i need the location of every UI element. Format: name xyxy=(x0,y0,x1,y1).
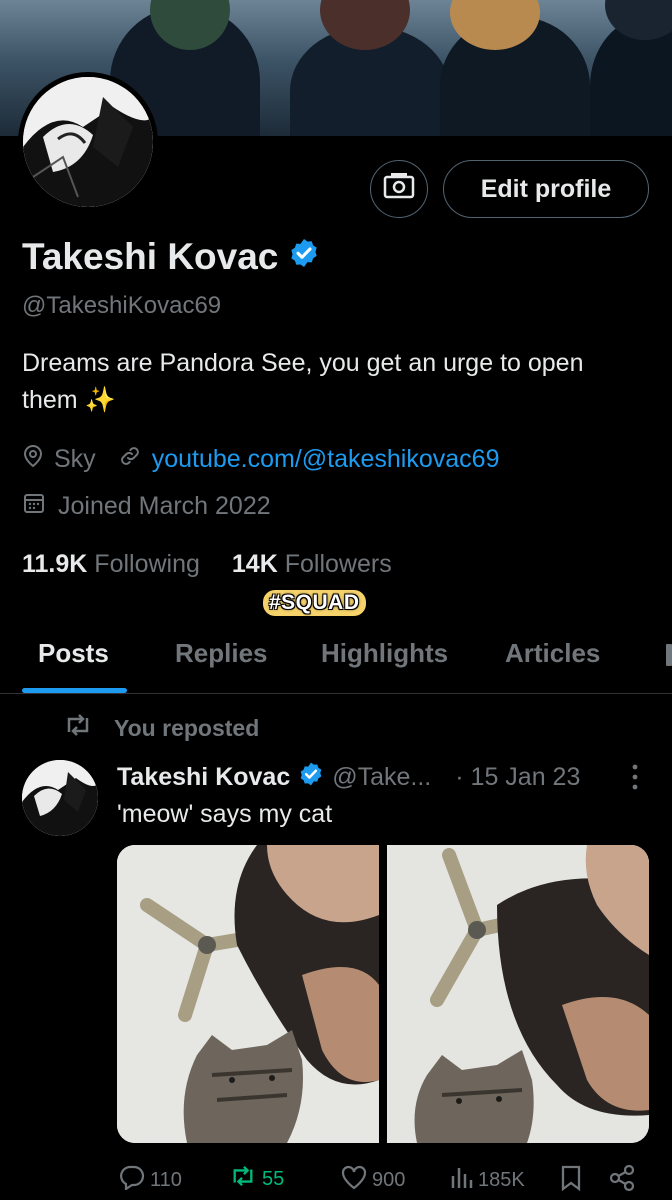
post-image-2[interactable] xyxy=(387,845,649,1143)
bookmark-button[interactable] xyxy=(560,1164,582,1198)
profile-website-link[interactable]: youtube.com/@takeshikovac69 xyxy=(152,445,500,474)
share-icon xyxy=(608,1164,636,1198)
link-icon xyxy=(118,444,142,475)
like-button[interactable]: 900 xyxy=(340,1164,405,1196)
post-text: 'meow' says my cat xyxy=(117,800,333,828)
post-date[interactable]: · 15 Jan 23 xyxy=(455,763,580,792)
subscription-button[interactable] xyxy=(370,160,428,218)
verified-icon xyxy=(288,236,320,278)
location-icon xyxy=(22,444,44,475)
calendar-icon xyxy=(22,491,46,522)
repost-indicator: You reposted xyxy=(62,712,259,744)
repost-label: You reposted xyxy=(114,714,260,741)
profile-name: Takeshi Kovac xyxy=(22,236,279,277)
tab-overflow[interactable] xyxy=(666,644,672,666)
bookmark-icon xyxy=(560,1164,582,1198)
profile-location: Sky xyxy=(54,445,96,473)
tab-articles[interactable]: Articles xyxy=(505,638,600,669)
profile-avatar[interactable] xyxy=(18,72,158,212)
following-count: 11.9K xyxy=(22,550,88,578)
followers-link[interactable]: 14K Followers xyxy=(232,550,392,579)
profile-bio: Dreams are Pandora See, you get an urge … xyxy=(22,349,584,414)
following-label: Following xyxy=(94,550,200,578)
camera-money-icon xyxy=(382,172,416,207)
profile-tabs: Posts Replies Highlights Articles xyxy=(0,626,672,694)
following-link[interactable]: 11.9K Following xyxy=(22,550,200,579)
profile-joined-date: Joined March 2022 xyxy=(58,492,271,520)
followers-label: Followers xyxy=(284,550,392,578)
views-icon xyxy=(450,1164,474,1196)
post-author-name[interactable]: Takeshi Kovac xyxy=(117,763,290,792)
edit-profile-button[interactable]: Edit profile xyxy=(443,160,649,218)
repost-button[interactable]: 55 xyxy=(228,1164,284,1194)
tab-replies[interactable]: Replies xyxy=(175,638,268,669)
share-button[interactable] xyxy=(608,1164,636,1198)
reply-count: 110 xyxy=(150,1168,182,1191)
repost-icon xyxy=(228,1164,258,1194)
active-tab-indicator xyxy=(22,688,127,693)
post-image-1[interactable] xyxy=(117,845,379,1143)
post-header: Takeshi Kovac @Take... · 15 Jan 23 xyxy=(117,761,580,794)
verified-icon xyxy=(298,761,324,794)
profile-joined-row: Joined March 2022 xyxy=(22,491,271,522)
tab-highlights[interactable]: Highlights xyxy=(321,638,448,669)
views-count: 185K xyxy=(478,1168,525,1191)
like-count: 900 xyxy=(372,1168,406,1191)
post-actions: 110 55 900 185K xyxy=(0,1158,672,1198)
post-author-handle[interactable]: @Take... xyxy=(332,763,431,792)
squad-sticker: #SQUAD xyxy=(263,590,366,616)
profile-name-row: Takeshi Kovac xyxy=(22,236,320,278)
post-author-avatar[interactable] xyxy=(22,760,98,836)
repost-icon xyxy=(62,712,94,744)
more-icon[interactable] xyxy=(624,762,646,792)
follow-stats: 11.9K Following 14K Followers xyxy=(22,550,392,579)
like-icon xyxy=(340,1164,368,1196)
followers-count: 14K xyxy=(231,550,278,578)
reply-button[interactable]: 110 xyxy=(118,1164,182,1196)
views-button[interactable]: 185K xyxy=(450,1164,525,1196)
profile-handle: @TakeshiKovac69 xyxy=(22,292,222,319)
tab-posts[interactable]: Posts xyxy=(38,638,109,669)
profile-meta-row: Sky youtube.com/@takeshikovac69 xyxy=(22,444,499,475)
avatar-image xyxy=(23,77,153,207)
reply-icon xyxy=(118,1164,146,1196)
repost-count: 55 xyxy=(262,1167,285,1190)
